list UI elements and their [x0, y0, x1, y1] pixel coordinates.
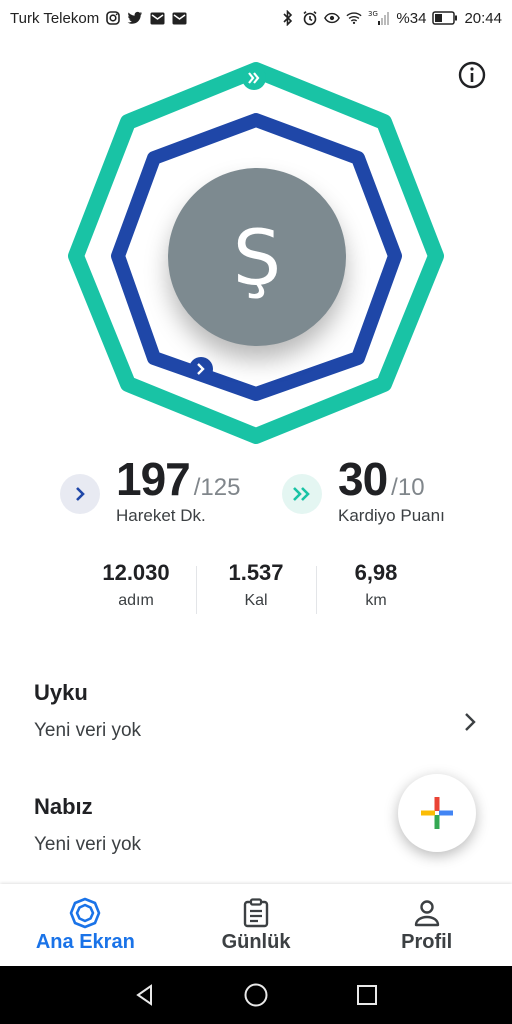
home-button[interactable] — [236, 975, 276, 1015]
battery-percent: %34 — [396, 9, 427, 27]
wifi-icon — [346, 10, 363, 26]
system-navigation-bar — [0, 966, 512, 1024]
sleep-subtitle: Yeni veri yok — [34, 720, 142, 741]
chevron-right-icon — [458, 710, 482, 734]
move-minutes-target: /125 — [193, 474, 241, 501]
tab-journal[interactable]: Günlük — [171, 884, 342, 966]
distance-metric: 6,98 km — [316, 560, 436, 620]
instagram-icon — [105, 10, 121, 26]
move-minutes-stat[interactable]: 197 /125 Hareket Dk. — [60, 452, 240, 526]
alarm-icon — [302, 10, 318, 26]
steps-label: adım — [118, 592, 154, 609]
tab-journal-label: Günlük — [221, 930, 291, 953]
person-icon — [411, 897, 443, 929]
move-minutes-ring-marker-icon — [189, 357, 213, 381]
heart-points-icon — [282, 474, 322, 514]
steps-value: 12.030 — [102, 560, 170, 585]
home-circle-icon — [244, 983, 268, 1007]
home-rings-icon — [69, 897, 101, 929]
signal-icon: 3G — [368, 10, 390, 26]
calories-metric: 1.537 Kal — [196, 560, 316, 620]
avatar-initial: Ş — [232, 212, 282, 302]
heart-points-value: 30 — [338, 453, 388, 505]
svg-text:3G: 3G — [368, 10, 378, 18]
calories-value: 1.537 — [228, 560, 284, 585]
bluetooth-icon — [280, 10, 296, 26]
gmail-icon — [149, 10, 165, 26]
steps-metric: 12.030 adım — [76, 560, 196, 620]
bottom-navigation: Ana Ekran Günlük Profil — [0, 884, 512, 966]
heart-points-label: Kardiyo Puanı — [338, 506, 445, 525]
calories-label: Kal — [244, 592, 268, 609]
heart-points-target: /10 — [391, 474, 425, 501]
move-minutes-icon — [60, 474, 100, 514]
status-bar: Turk Telekom 3G %34 20:44 — [0, 0, 512, 36]
twitter-icon — [127, 10, 143, 26]
move-minutes-label: Hareket Dk. — [116, 506, 206, 525]
clipboard-icon — [240, 897, 272, 929]
tab-home-label: Ana Ekran — [35, 930, 135, 953]
sleep-title: Uyku — [34, 680, 88, 705]
tab-home[interactable]: Ana Ekran — [0, 884, 171, 966]
plus-icon — [421, 797, 453, 829]
distance-label: km — [365, 592, 387, 609]
heart-points-ring-marker-icon — [242, 66, 266, 90]
email-icon — [171, 10, 187, 26]
carrier-name: Turk Telekom — [10, 9, 100, 27]
add-button[interactable] — [398, 774, 476, 852]
distance-value: 6,98 — [354, 560, 398, 585]
heart-points-stat[interactable]: 30 /10 Kardiyo Puanı — [282, 452, 445, 526]
daily-metrics: 12.030 adım 1.537 Kal 6,98 km — [76, 560, 436, 620]
avatar[interactable]: Ş — [168, 168, 346, 346]
eye-comfort-icon — [324, 10, 341, 26]
recents-button[interactable] — [347, 975, 387, 1015]
back-triangle-icon — [136, 984, 153, 1006]
tab-profile[interactable]: Profil — [341, 884, 512, 966]
back-button[interactable] — [125, 975, 165, 1015]
clock: 20:44 — [464, 9, 502, 27]
move-minutes-value: 197 — [116, 453, 191, 505]
recents-square-icon — [356, 985, 377, 1005]
battery-icon — [432, 10, 458, 26]
tab-profile-label: Profil — [401, 930, 453, 953]
